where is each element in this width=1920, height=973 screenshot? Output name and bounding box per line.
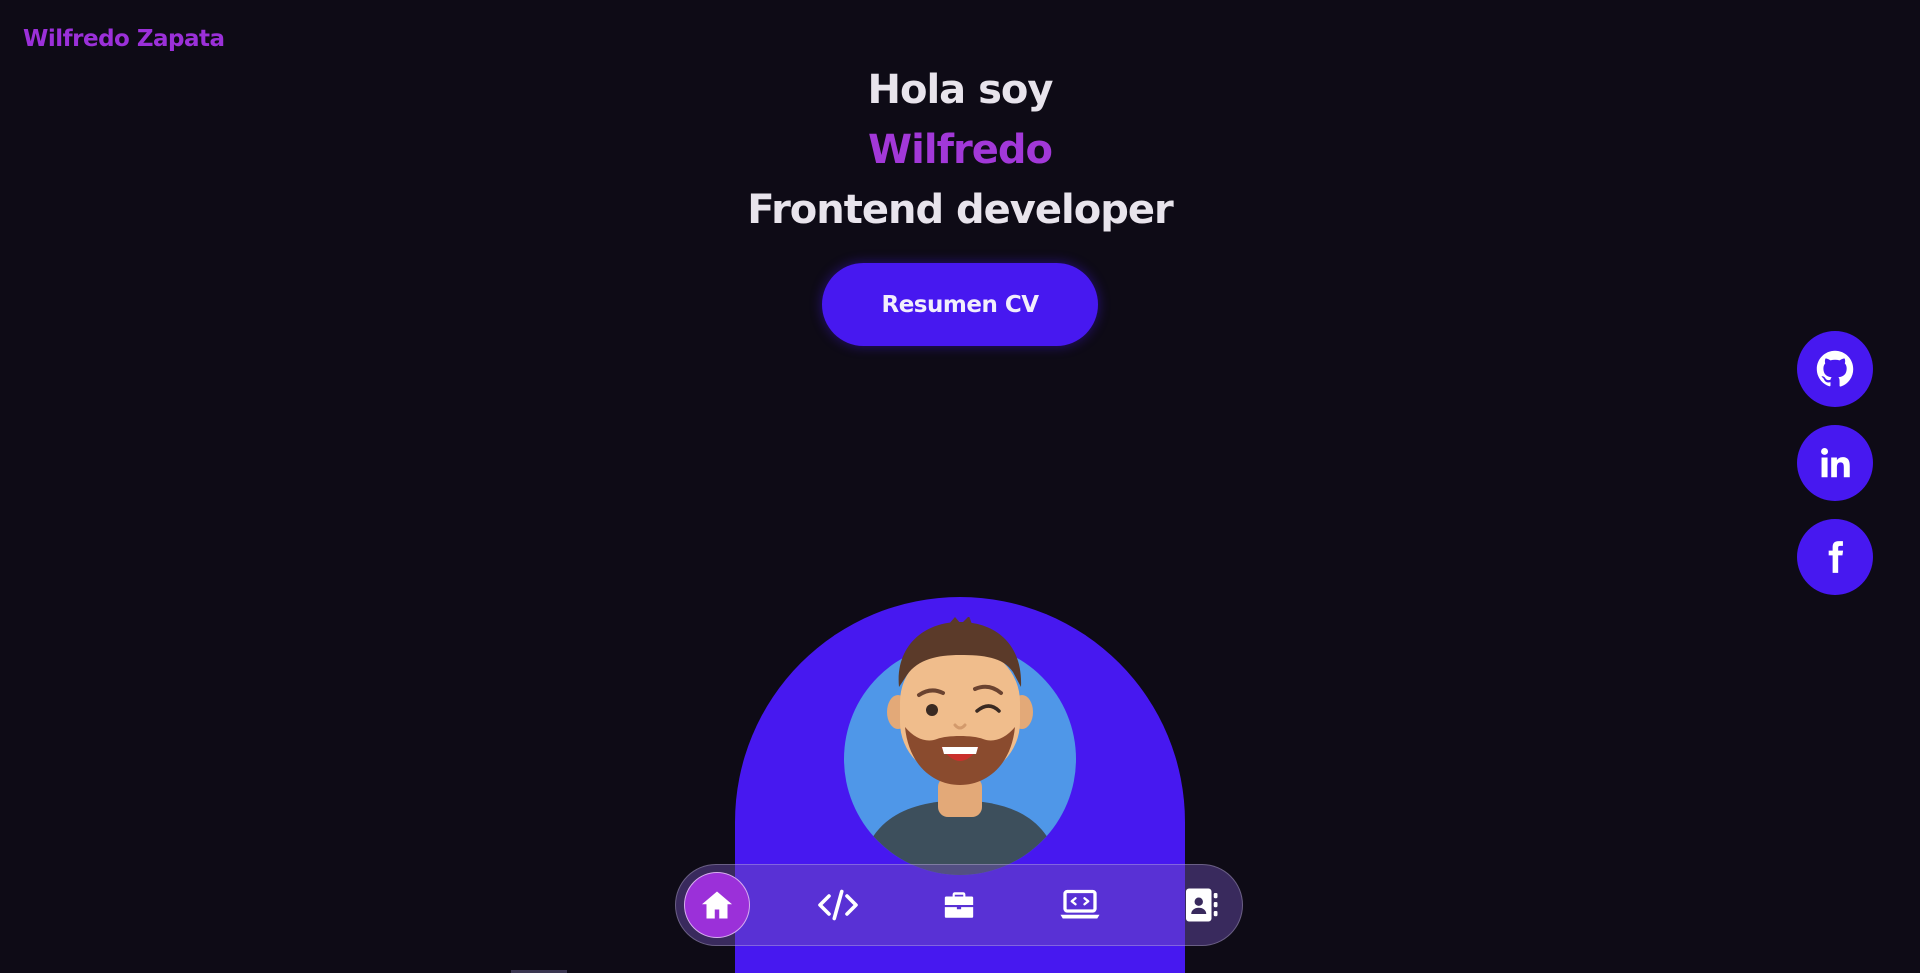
nav-skills[interactable] bbox=[805, 872, 871, 938]
nav-projects[interactable] bbox=[1047, 872, 1113, 938]
hero-role: Frontend developer bbox=[747, 187, 1173, 233]
briefcase-icon bbox=[944, 892, 974, 918]
hero-name: Wilfredo bbox=[868, 127, 1053, 173]
nav-experience[interactable] bbox=[926, 872, 992, 938]
hero-section: Hola soy Wilfredo Frontend developer bbox=[0, 60, 1920, 240]
linkedin-link[interactable] bbox=[1797, 425, 1873, 501]
home-icon bbox=[702, 891, 732, 919]
facebook-icon bbox=[1828, 541, 1844, 573]
contact-book-icon bbox=[1186, 888, 1218, 922]
bottom-nav bbox=[675, 864, 1243, 946]
code-icon bbox=[818, 889, 858, 921]
nav-contact[interactable] bbox=[1168, 872, 1234, 938]
avatar-illustration bbox=[844, 617, 1076, 875]
linkedin-icon bbox=[1821, 447, 1850, 478]
facebook-link[interactable] bbox=[1797, 519, 1873, 595]
resume-cv-button[interactable]: Resumen CV bbox=[822, 263, 1098, 346]
github-icon bbox=[1816, 350, 1854, 387]
site-logo[interactable]: Wilfredo Zapata bbox=[23, 26, 225, 52]
hero-greeting: Hola soy bbox=[867, 67, 1054, 113]
nav-home[interactable] bbox=[684, 872, 750, 938]
github-link[interactable] bbox=[1797, 331, 1873, 407]
portfolio-page: Wilfredo Zapata Hola soy Wilfredo Fronte… bbox=[0, 0, 1920, 973]
laptop-code-icon bbox=[1060, 889, 1100, 919]
